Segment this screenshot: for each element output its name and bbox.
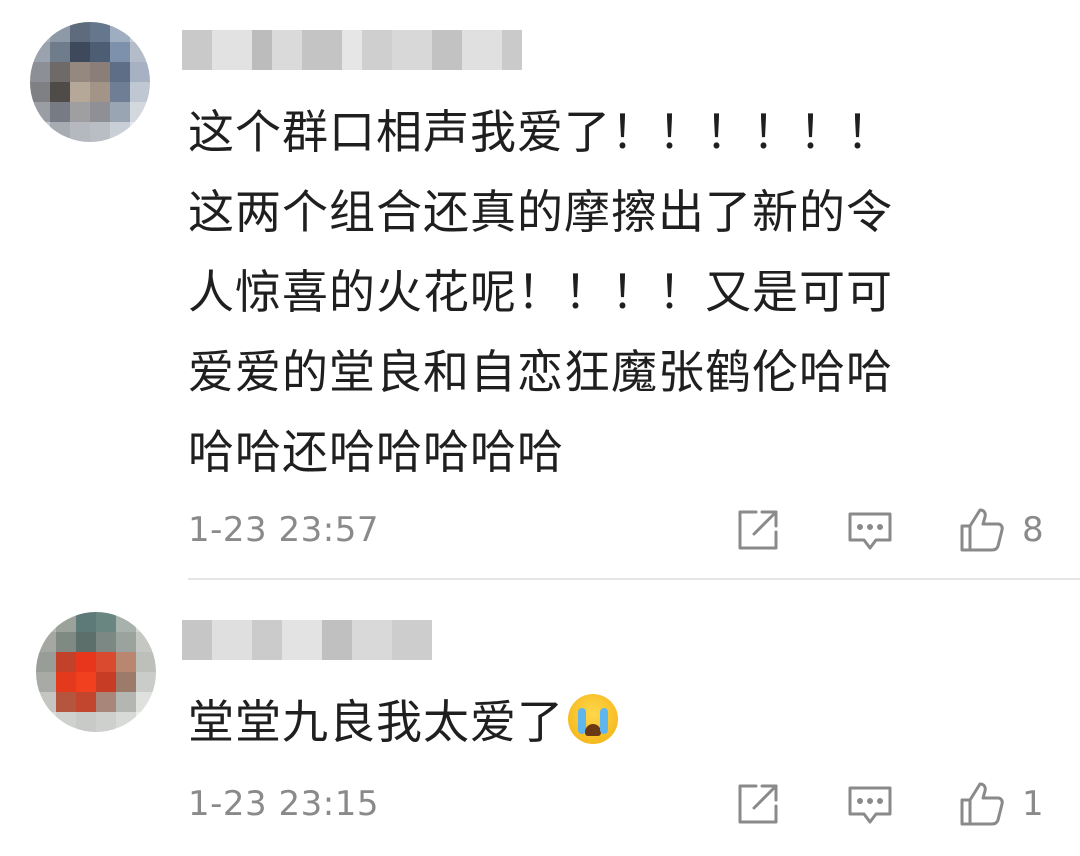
timestamp: 1-23 23:15 (188, 784, 379, 824)
reply-icon[interactable] (844, 504, 896, 556)
thumbs-up-icon[interactable] (956, 778, 1008, 830)
comment-text: 这个群口相声我爱了！！！！！！ 这两个组合还真的摩擦出了新的令 人惊喜的火花呢！… (188, 92, 1048, 492)
like-count: 1 (1022, 784, 1044, 824)
reply-icon[interactable] (844, 778, 896, 830)
comment-text-line: 这个群口相声我爱了！！！！！！ (188, 105, 893, 159)
username-blurred[interactable] (182, 30, 522, 70)
username-blurred[interactable] (182, 620, 432, 660)
avatar[interactable] (36, 612, 156, 732)
comment-meta: 1-23 23:15 1 (188, 774, 1080, 834)
avatar[interactable] (30, 22, 150, 142)
comment-item: 堂堂九良我太爱了 1-23 23:15 1 (0, 580, 1080, 856)
comment-text-line: 人惊喜的火花呢！！！！又是可可 (188, 265, 893, 319)
thumbs-up-icon[interactable] (956, 504, 1008, 556)
comment-text: 堂堂九良我太爱了 (188, 682, 1048, 762)
timestamp: 1-23 23:57 (188, 510, 379, 550)
comment-item: 这个群口相声我爱了！！！！！！ 这两个组合还真的摩擦出了新的令 人惊喜的火花呢！… (0, 0, 1080, 580)
comment-meta: 1-23 23:57 8 (188, 500, 1080, 560)
comment-text-line: 这两个组合还真的摩擦出了新的令 (188, 185, 893, 239)
comment-text-line: 爱爱的堂良和自恋狂魔张鹤伦哈哈 (188, 345, 893, 399)
crying-face-emoji (568, 694, 618, 744)
share-icon[interactable] (732, 504, 784, 556)
comment-text-line: 堂堂九良我太爱了 (188, 695, 564, 749)
comment-text-line: 哈哈还哈哈哈哈哈 (188, 425, 564, 479)
share-icon[interactable] (732, 778, 784, 830)
like-count: 8 (1022, 510, 1044, 550)
